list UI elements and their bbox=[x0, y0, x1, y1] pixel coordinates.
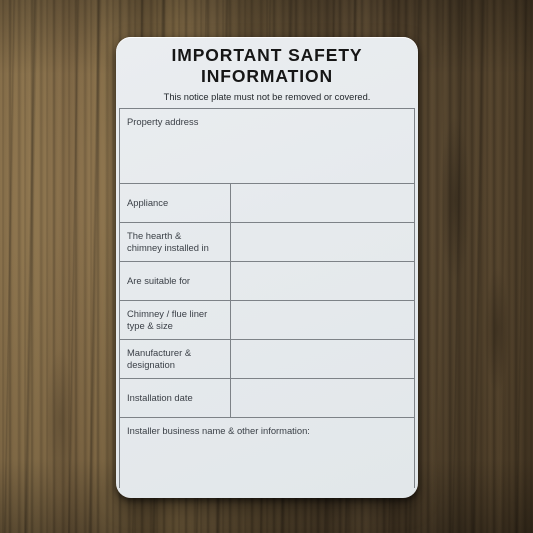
field-value-manufacturer-designation[interactable] bbox=[231, 340, 414, 378]
table-row-installation-date: Installation date bbox=[120, 379, 414, 418]
field-label-chimney-flue-liner-type-size: Chimney / flue liner type & size bbox=[120, 301, 231, 339]
field-label-appliance: Appliance bbox=[120, 184, 231, 222]
table-row-appliance: Appliance bbox=[120, 184, 414, 223]
table-row-property-address: Property address bbox=[120, 109, 414, 184]
field-label-property-address: Property address bbox=[127, 116, 199, 127]
page-title-line-2: INFORMATION bbox=[200, 66, 334, 86]
table-row-manufacturer-designation: Manufacturer & designation bbox=[120, 340, 414, 379]
field-label-manufacturer-designation: Manufacturer & designation bbox=[120, 340, 231, 378]
safety-information-table: Property address Appliance The hearth & … bbox=[119, 108, 415, 488]
screenshot-stage: IMPORTANT SAFETY INFORMATION This notice… bbox=[0, 0, 533, 533]
table-row-installer-business-name: Installer business name & other informat… bbox=[120, 418, 414, 488]
field-value-chimney-flue-liner-type-size[interactable] bbox=[231, 301, 414, 339]
page-title-line-1: IMPORTANT SAFETY bbox=[171, 45, 363, 65]
safety-notice-plate: IMPORTANT SAFETY INFORMATION This notice… bbox=[116, 37, 418, 498]
table-row-hearth-chimney-installed-in: The hearth & chimney installed in bbox=[120, 223, 414, 262]
field-value-appliance[interactable] bbox=[231, 184, 414, 222]
plate-subtitle: This notice plate must not be removed or… bbox=[163, 92, 371, 102]
field-value-are-suitable-for[interactable] bbox=[231, 262, 414, 300]
field-value-installation-date[interactable] bbox=[231, 379, 414, 417]
field-label-installation-date: Installation date bbox=[120, 379, 231, 417]
field-label-installer-business-name: Installer business name & other informat… bbox=[127, 425, 310, 436]
table-row-chimney-flue-liner-type-size: Chimney / flue liner type & size bbox=[120, 301, 414, 340]
field-value-hearth-chimney-installed-in[interactable] bbox=[231, 223, 414, 261]
plate-header: IMPORTANT SAFETY INFORMATION This notice… bbox=[116, 37, 418, 103]
field-label-hearth-chimney-installed-in: The hearth & chimney installed in bbox=[120, 223, 231, 261]
field-label-are-suitable-for: Are suitable for bbox=[120, 262, 231, 300]
table-row-are-suitable-for: Are suitable for bbox=[120, 262, 414, 301]
